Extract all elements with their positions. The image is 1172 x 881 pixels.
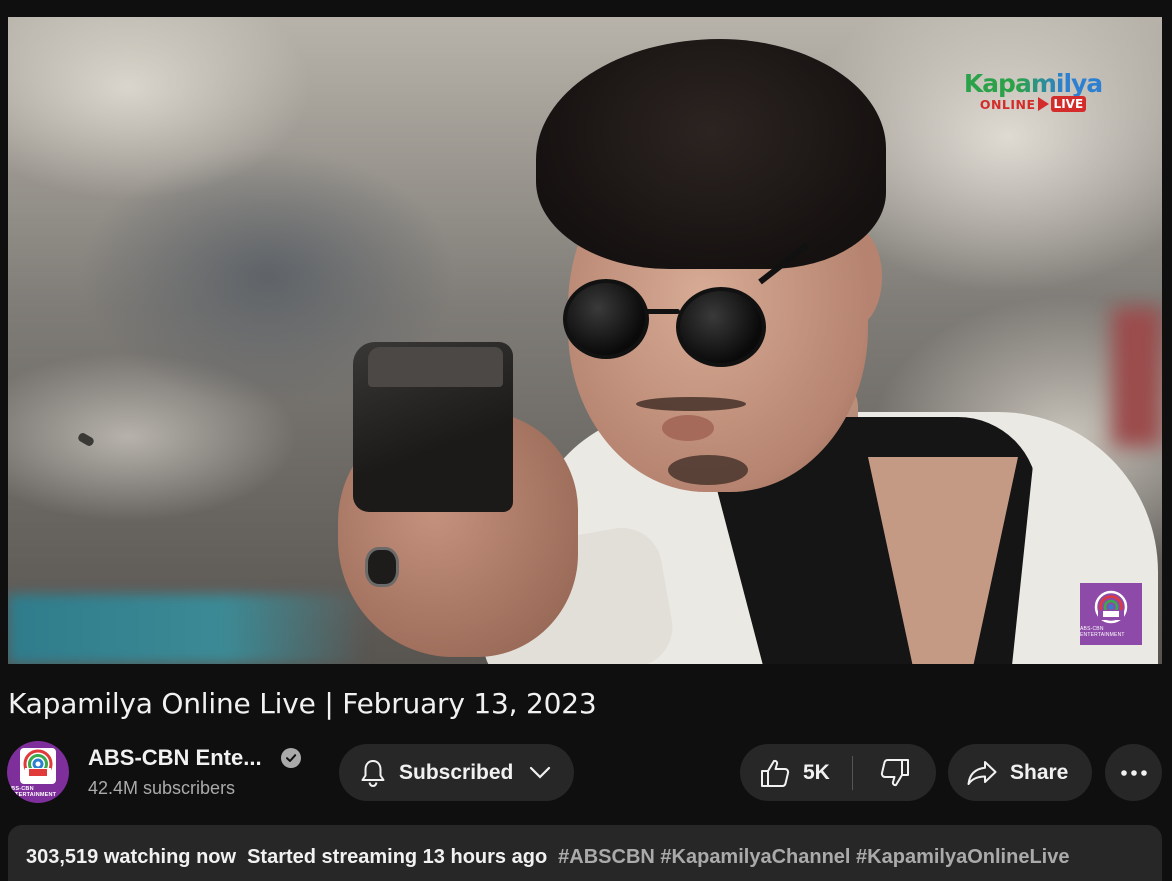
watermark-caption: ABS-CBN ENTERTAINMENT xyxy=(1080,626,1125,638)
video-title: Kapamilya Online Live | February 13, 202… xyxy=(8,687,597,720)
share-arrow-icon xyxy=(967,760,997,785)
hashtag-link[interactable]: #ABSCBN xyxy=(558,846,655,868)
like-count: 5K xyxy=(803,760,830,784)
dislike-button[interactable] xyxy=(853,744,936,801)
chevron-down-icon xyxy=(530,766,551,779)
bell-icon xyxy=(361,759,385,787)
share-label: Share xyxy=(1010,760,1069,784)
kapamilya-logo-online: ONLINE xyxy=(979,96,1036,112)
more-actions-button[interactable] xyxy=(1105,744,1162,801)
subscribed-button[interactable]: Subscribed xyxy=(339,744,574,801)
abs-cbn-logo-icon xyxy=(20,747,56,784)
avatar-caption: ABS-CBN ENTERTAINMENT xyxy=(7,785,57,798)
channel-name[interactable]: ABS-CBN Ente... xyxy=(88,745,262,771)
hashtag-link[interactable]: #KapamilyaOnlineLive xyxy=(856,846,1069,868)
kapamilya-logo-live: LIVE xyxy=(1050,96,1087,112)
subscriber-count: 42.4M subscribers xyxy=(88,778,236,798)
share-button[interactable]: Share xyxy=(948,744,1092,801)
kapamilya-online-live-logo: Kapamilya ONLINE LIVE xyxy=(958,69,1108,112)
abs-cbn-logo-icon xyxy=(1094,590,1128,624)
video-frame xyxy=(8,17,1162,664)
video-player[interactable]: Kapamilya ONLINE LIVE ABS-CBN ENTERTAINM… xyxy=(8,17,1162,664)
verified-check-icon xyxy=(281,748,301,768)
viewer-count: 303,519 watching now xyxy=(26,846,237,868)
thumbs-up-icon xyxy=(761,759,790,787)
play-triangle-icon xyxy=(1037,97,1049,111)
abs-cbn-watermark: ABS-CBN ENTERTAINMENT xyxy=(1080,583,1142,645)
description-box[interactable]: 303,519 watching now Started streaming 13… xyxy=(8,825,1162,881)
like-dislike-group: 5K xyxy=(740,744,936,801)
subscribed-label: Subscribed xyxy=(399,760,514,784)
like-button[interactable]: 5K xyxy=(740,744,852,801)
more-horizontal-icon xyxy=(1120,769,1147,776)
stream-start-time: Started streaming 13 hours ago xyxy=(247,846,548,868)
channel-avatar[interactable]: ABS-CBN ENTERTAINMENT xyxy=(7,741,69,803)
hashtag-link[interactable]: #KapamilyaChannel xyxy=(660,846,850,868)
thumbs-down-icon xyxy=(880,758,909,786)
kapamilya-logo-word: Kapamilya xyxy=(958,69,1108,98)
